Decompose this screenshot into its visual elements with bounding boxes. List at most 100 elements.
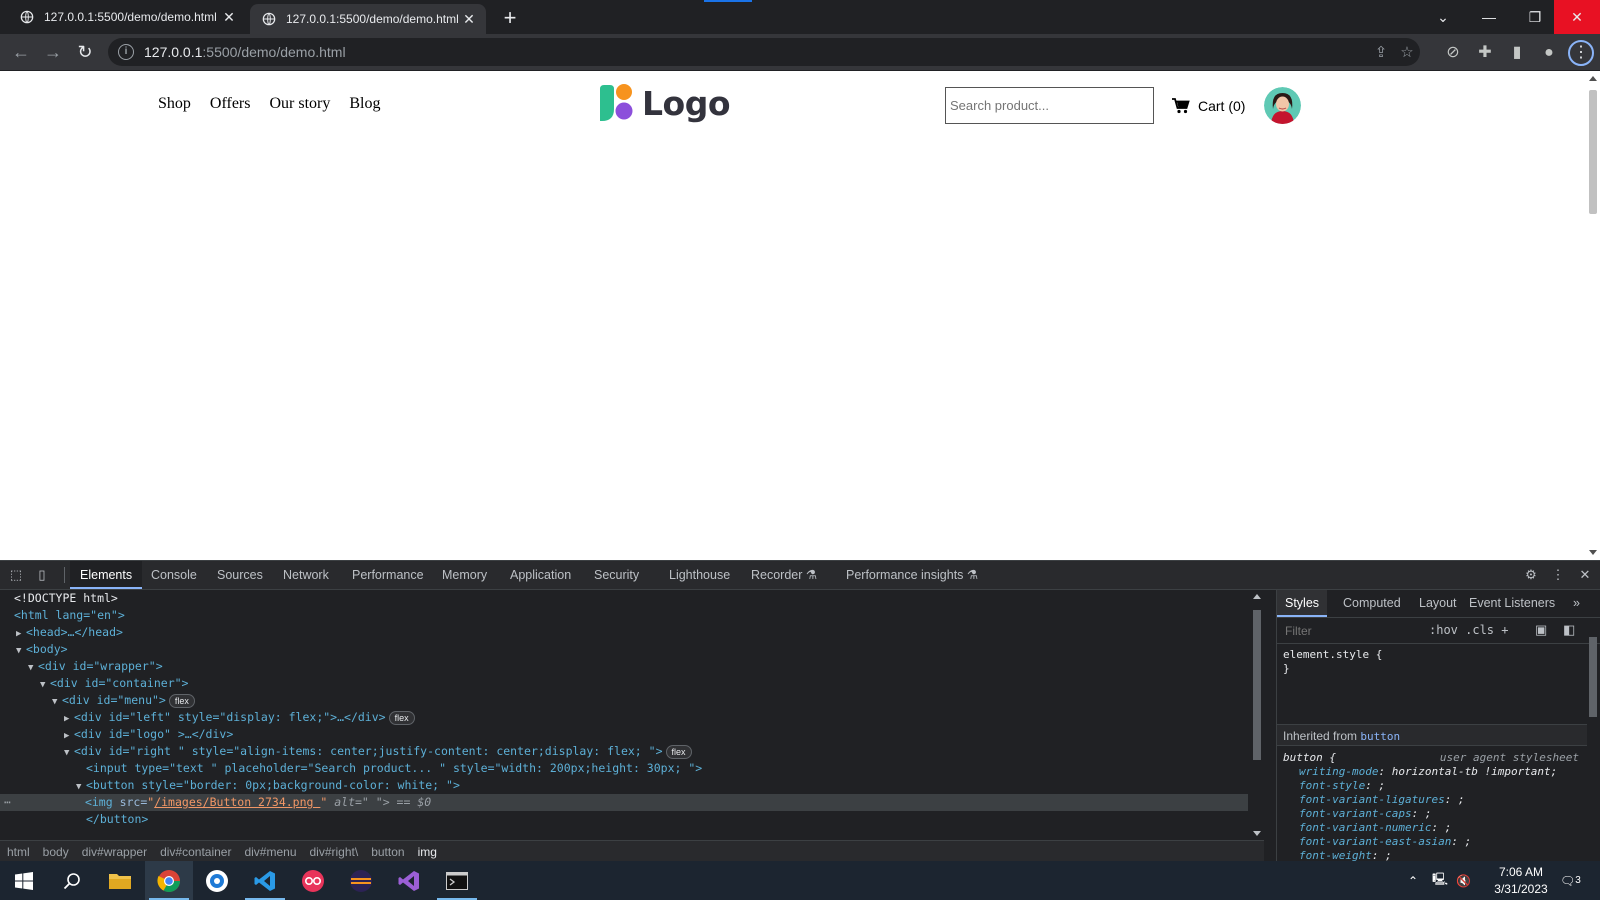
- element-style-selector[interactable]: element.style {: [1283, 648, 1382, 662]
- browser-tab-2[interactable]: 127.0.0.1:5500/demo/demo.html ✕: [250, 4, 486, 34]
- styles-tab-layout[interactable]: Layout: [1411, 590, 1465, 617]
- img-src-link[interactable]: /images/Button 2734.png: [154, 795, 320, 809]
- devtools-tab-performance-insights[interactable]: Performance insights ⚗: [836, 561, 988, 589]
- page-scrollbar-thumb[interactable]: [1589, 90, 1597, 214]
- scroll-up-arrow-icon[interactable]: [1589, 76, 1597, 81]
- dom-line-html[interactable]: <html lang="en">: [0, 607, 1248, 624]
- devtools-tab-sources[interactable]: Sources: [207, 561, 273, 589]
- devtools-tab-security[interactable]: Security: [584, 561, 649, 589]
- devtools-close-icon[interactable]: ✕: [1577, 567, 1593, 583]
- cart-button[interactable]: Cart (0): [1172, 97, 1246, 114]
- styles-filter-input[interactable]: [1281, 621, 1411, 641]
- dom-line-logo[interactable]: ▶ <div id="logo" >…</div>: [0, 726, 1248, 743]
- browser-tab-1[interactable]: 127.0.0.1:5500/demo/demo.html ✕: [8, 0, 246, 34]
- share-icon[interactable]: ⇪: [1372, 44, 1390, 62]
- devtools-tab-recorder[interactable]: Recorder ⚗: [741, 561, 827, 589]
- breadcrumb-wrapper[interactable]: div#wrapper: [82, 845, 147, 859]
- dom-line-button[interactable]: ▼ <button style="border: 0px;background-c…: [0, 777, 1248, 794]
- dom-line-container[interactable]: ▼ <div id="container">: [0, 675, 1248, 692]
- style-prop-row[interactable]: font-variant-numeric: ;: [1299, 821, 1451, 835]
- dom-line-body[interactable]: ▼ <body>: [0, 641, 1248, 658]
- scroll-up-arrow-icon[interactable]: [1253, 594, 1261, 599]
- styles-tab-styles[interactable]: Styles: [1277, 590, 1328, 617]
- styles-filter-tools[interactable]: :hov .cls +: [1429, 623, 1508, 637]
- address-bar[interactable]: i 127.0.0.1:5500/demo/demo.html ⇪ ☆: [108, 38, 1420, 66]
- forward-arrow-icon[interactable]: →: [40, 39, 66, 65]
- menu-item-our-story[interactable]: Our story: [269, 95, 330, 113]
- scroll-down-arrow-icon[interactable]: [1589, 550, 1597, 555]
- vscode-icon[interactable]: [241, 861, 289, 900]
- file-explorer-icon[interactable]: [96, 861, 144, 900]
- devtools-tab-performance[interactable]: Performance: [342, 561, 434, 589]
- close-window-button[interactable]: ✕: [1554, 0, 1600, 34]
- minimize-button[interactable]: —: [1466, 0, 1512, 34]
- visual-studio-icon[interactable]: [385, 861, 433, 900]
- user-avatar[interactable]: [1264, 87, 1302, 124]
- page-scrollbar[interactable]: [1586, 71, 1600, 560]
- tab-search-icon[interactable]: ⌄: [1420, 0, 1466, 34]
- dom-line-head[interactable]: ▶ <head>…</head>: [0, 624, 1248, 641]
- devtools-tab-lighthouse[interactable]: Lighthouse: [659, 561, 740, 589]
- tray-chevron-up-icon[interactable]: ⌃: [1408, 861, 1418, 900]
- reload-icon[interactable]: ↻: [72, 39, 98, 65]
- breadcrumb-img[interactable]: img: [418, 845, 437, 859]
- menu-item-offers[interactable]: Offers: [210, 95, 251, 113]
- devtools-tab-console[interactable]: Console: [141, 561, 207, 589]
- devtools-settings-gear-icon[interactable]: ⚙: [1523, 567, 1539, 583]
- more-ellipsis-icon[interactable]: ⋯: [4, 795, 11, 809]
- dom-line-left[interactable]: ▶ <div id="left" style="display: flex;">……: [0, 709, 1248, 726]
- close-tab-icon[interactable]: ✕: [458, 11, 480, 28]
- style-prop-row[interactable]: writing-mode: horizontal-tb !important;: [1299, 765, 1557, 779]
- site-info-icon[interactable]: i: [118, 44, 134, 60]
- styles-more-tabs-icon[interactable]: »: [1565, 590, 1588, 617]
- terminal-icon[interactable]: [433, 861, 481, 900]
- breadcrumb-body[interactable]: body: [43, 845, 69, 859]
- scroll-down-arrow-icon[interactable]: [1253, 831, 1261, 836]
- style-prop-row[interactable]: font-variant-east-asian: ;: [1299, 835, 1471, 849]
- restore-button[interactable]: ❐: [1512, 0, 1558, 34]
- dom-line-input[interactable]: <input type="text " placeholder="Search …: [0, 760, 1248, 777]
- bookmark-star-icon[interactable]: ☆: [1398, 44, 1416, 62]
- dom-line-right[interactable]: ▼ <div id="right " style="align-items: ce…: [0, 743, 1248, 760]
- close-tab-icon[interactable]: ✕: [218, 9, 240, 26]
- breadcrumb-container[interactable]: div#container: [160, 845, 231, 859]
- devtools-tab-network[interactable]: Network: [273, 561, 339, 589]
- side-panel-icon[interactable]: ▮: [1506, 42, 1528, 64]
- address-url[interactable]: 127.0.0.1:5500/demo/demo.html: [144, 44, 346, 60]
- new-tab-button[interactable]: +: [498, 5, 522, 31]
- site-logo[interactable]: Logo: [596, 83, 731, 123]
- dom-line-img-selected[interactable]: ⋯ <img src="/images/Button 2734.png " alt…: [0, 794, 1248, 811]
- styles-scrollbar-thumb[interactable]: [1589, 637, 1597, 717]
- flex-badge[interactable]: flex: [168, 693, 195, 708]
- search-icon[interactable]: [48, 861, 96, 900]
- styles-tab-event-listeners[interactable]: Event Listeners: [1461, 590, 1563, 617]
- volume-muted-icon[interactable]: 🔇: [1456, 861, 1471, 900]
- flex-badge[interactable]: flex: [665, 744, 692, 759]
- elements-scrollbar[interactable]: [1250, 590, 1264, 840]
- flex-badge[interactable]: flex: [388, 710, 415, 725]
- browser-app-icon[interactable]: [193, 861, 241, 900]
- rule-header[interactable]: button {user agent stylesheet: [1283, 751, 1579, 765]
- extension-compass-icon[interactable]: ⊘: [1442, 42, 1464, 64]
- profile-icon[interactable]: ●: [1538, 42, 1560, 64]
- dom-line-menu[interactable]: ▼ <div id="menu"> flex: [0, 692, 1248, 709]
- start-windows-icon[interactable]: [0, 861, 48, 900]
- app-oo-icon[interactable]: [289, 861, 337, 900]
- styles-scrollbar[interactable]: [1586, 617, 1600, 861]
- device-toolbar-icon[interactable]: ▯: [34, 567, 50, 583]
- dom-line-doctype[interactable]: <!DOCTYPE html>: [0, 590, 1248, 607]
- breadcrumb-right[interactable]: div#right\: [310, 845, 359, 859]
- breadcrumb-html[interactable]: html: [7, 845, 30, 859]
- breadcrumb-button[interactable]: button: [371, 845, 404, 859]
- elements-scrollbar-thumb[interactable]: [1253, 610, 1261, 760]
- chrome-icon[interactable]: [145, 861, 193, 900]
- devtools-tab-application[interactable]: Application: [500, 561, 581, 589]
- devtools-tab-memory[interactable]: Memory: [432, 561, 497, 589]
- menu-item-shop[interactable]: Shop: [158, 95, 191, 113]
- style-prop-row[interactable]: font-style: ;: [1299, 779, 1385, 793]
- devtools-more-icon[interactable]: ⋮: [1550, 567, 1566, 583]
- style-prop-row[interactable]: font-variant-caps: ;: [1299, 807, 1431, 821]
- notification-center[interactable]: 🗨 3: [1560, 861, 1581, 900]
- browser-menu-icon[interactable]: ⋮: [1568, 40, 1594, 66]
- devtools-tab-elements[interactable]: Elements: [70, 561, 143, 589]
